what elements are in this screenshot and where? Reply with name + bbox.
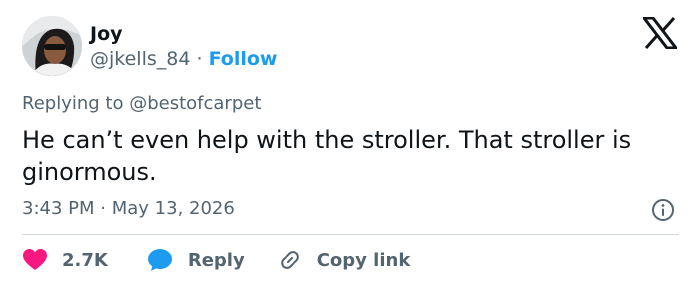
replying-prefix: Replying to [22, 93, 124, 114]
reply-button[interactable]: Reply [147, 248, 245, 272]
timestamp[interactable]: 3:43 PM · May 13, 2026 [22, 197, 235, 221]
divider [22, 234, 679, 235]
like-button[interactable]: 2.7K [22, 248, 108, 272]
tweet-text: He can’t even help with the stroller. Th… [22, 126, 632, 186]
avatar[interactable] [22, 16, 82, 76]
copy-link-button[interactable]: Copy link [277, 248, 411, 272]
replying-to: Replying to @bestofcarpet [22, 92, 261, 116]
info-icon[interactable] [651, 198, 675, 222]
reply-label: Reply [187, 249, 245, 271]
replying-mention[interactable]: @bestofcarpet [129, 93, 261, 114]
tweet-date: May 13, 2026 [111, 198, 235, 219]
follow-button[interactable]: Follow [209, 48, 278, 70]
author-handle-row: @jkells_84 · Follow [90, 47, 277, 71]
link-icon [280, 251, 299, 269]
author-name[interactable]: Joy [90, 22, 123, 46]
tweet-time: 3:43 PM [22, 198, 95, 219]
separator-dot: · [100, 198, 106, 219]
separator-dot: · [196, 48, 203, 70]
action-bar: 2.7K Reply Copy link [22, 246, 442, 274]
x-logo-icon[interactable] [643, 17, 677, 49]
like-count: 2.7K [62, 249, 108, 271]
heart-icon [23, 249, 47, 270]
author-handle[interactable]: @jkells_84 [90, 48, 190, 70]
speech-bubble-icon [147, 249, 172, 271]
copy-link-label: Copy link [316, 249, 411, 271]
